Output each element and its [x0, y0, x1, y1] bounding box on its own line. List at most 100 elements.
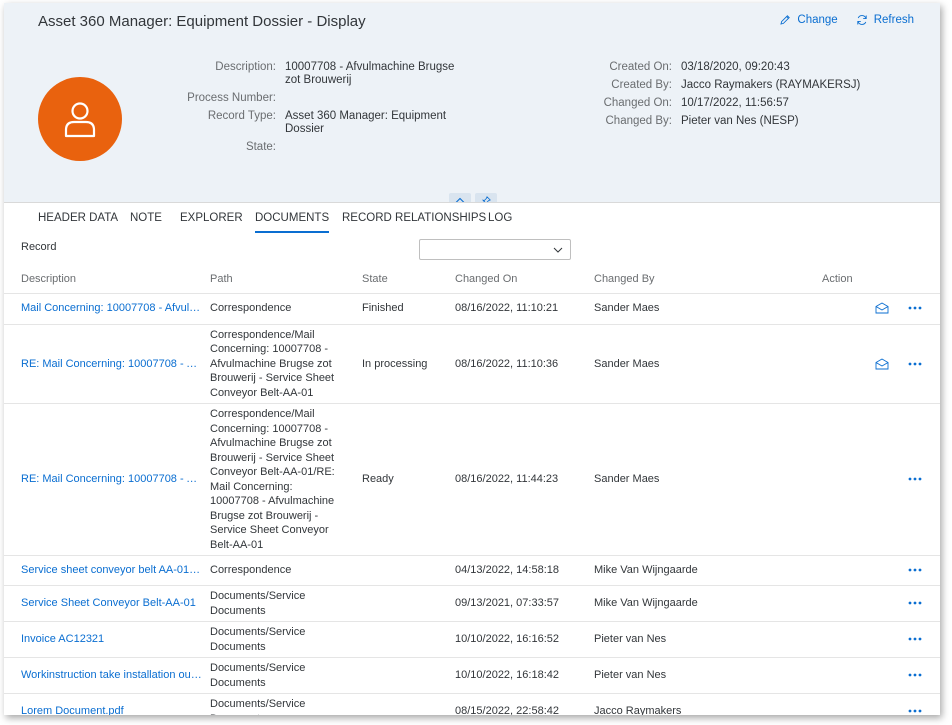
changed-on-cell: 10/10/2022, 16:18:42	[438, 657, 577, 694]
path-cell: Documents/Service Documents	[206, 657, 345, 694]
tab-note[interactable]: NOTE	[130, 203, 162, 234]
more-icon[interactable]	[908, 306, 922, 310]
column-header-changed-on[interactable]: Changed On	[438, 266, 577, 294]
record-select[interactable]	[419, 239, 571, 260]
table-header-row: Description Path State Changed On Change…	[4, 266, 940, 294]
person-icon	[64, 102, 96, 138]
document-link[interactable]: Lorem Document.pdf	[4, 693, 206, 715]
path-cell: Correspondence	[206, 293, 345, 325]
path-cell: Correspondence	[206, 555, 345, 586]
document-link[interactable]: Workinstruction take installation out of…	[4, 657, 206, 694]
more-icon[interactable]	[908, 477, 922, 481]
table-row[interactable]: Invoice AC12321 Documents/Service Docume…	[4, 621, 940, 658]
changed-by-cell: Jacco Raymakers	[577, 693, 805, 715]
state-cell: In processing	[345, 324, 438, 404]
more-icon[interactable]	[908, 673, 922, 677]
refresh-button[interactable]: Refresh	[856, 14, 914, 26]
tab-header-data[interactable]: HEADER DATA	[38, 203, 118, 234]
state-cell	[345, 555, 438, 586]
facet-label: State:	[245, 141, 276, 153]
facet-value: 10/17/2022, 11:56:57	[681, 97, 789, 109]
chevron-down-icon	[553, 247, 563, 253]
facet-value: Asset 360 Manager: Equipment Dossier	[285, 110, 447, 135]
state-cell	[345, 657, 438, 694]
action-cell	[805, 324, 940, 404]
open-mail-icon[interactable]	[875, 358, 889, 370]
facet-changed-by: Changed By: Pieter van Nes (NESP)	[564, 115, 864, 128]
changed-on-cell: 10/10/2022, 16:16:52	[438, 621, 577, 658]
table-row[interactable]: Mail Concerning: 10007708 - Afvulmachine…	[4, 293, 940, 325]
facet-label: Process Number:	[187, 92, 276, 104]
tab-documents[interactable]: DOCUMENTS	[255, 203, 330, 233]
column-header-changed-by[interactable]: Changed By	[577, 266, 805, 294]
facet-record-type: Record Type: Asset 360 Manager: Equipmen…	[154, 110, 474, 136]
action-cell	[805, 657, 940, 694]
header-facet-left: Description: 10007708 - Afvulmachine Bru…	[154, 61, 474, 159]
document-link[interactable]: Service Sheet Conveyor Belt-AA-01	[4, 585, 206, 622]
action-cell	[805, 555, 940, 586]
facet-description: Description: 10007708 - Afvulmachine Bru…	[154, 61, 474, 87]
table-row[interactable]: Lorem Document.pdf Documents/Service Doc…	[4, 693, 940, 715]
state-cell	[345, 693, 438, 715]
facet-created-on: Created On: 03/18/2020, 09:20:43	[564, 61, 864, 74]
document-link[interactable]: RE: Mail Concerning: 10007708 - Afvulmac…	[4, 403, 206, 556]
tab-explorer[interactable]: EXPLORER	[180, 203, 243, 234]
app-window: Asset 360 Manager: Equipment Dossier - D…	[4, 3, 940, 715]
changed-by-cell: Sander Maes	[577, 403, 805, 556]
more-icon[interactable]	[908, 709, 922, 713]
changed-on-cell: 08/15/2022, 22:58:42	[438, 693, 577, 715]
column-header-action: Action	[805, 266, 940, 294]
column-header-description[interactable]: Description	[4, 266, 206, 294]
table-row[interactable]: RE: Mail Concerning: 10007708 - Afvulmac…	[4, 324, 940, 404]
object-page-header: Asset 360 Manager: Equipment Dossier - D…	[4, 3, 940, 208]
facet-label: Created By:	[611, 79, 672, 91]
facet-value: Pieter van Nes (NESP)	[681, 115, 799, 127]
facet-label: Changed On:	[603, 97, 672, 109]
changed-on-cell: 08/16/2022, 11:10:36	[438, 324, 577, 404]
changed-by-cell: Mike Van Wijngaarde	[577, 585, 805, 622]
changed-by-cell: Pieter van Nes	[577, 621, 805, 658]
path-cell: Documents/Service Documents	[206, 693, 345, 715]
record-label: Record	[21, 241, 57, 253]
table-row[interactable]: Workinstruction take installation out of…	[4, 657, 940, 694]
column-header-path[interactable]: Path	[206, 266, 345, 294]
document-link[interactable]: Invoice AC12321	[4, 621, 206, 658]
table-row[interactable]: RE: Mail Concerning: 10007708 - Afvulmac…	[4, 403, 940, 556]
path-cell: Correspondence/Mail Concerning: 10007708…	[206, 403, 345, 556]
document-link[interactable]: Service sheet conveyor belt AA-01 v2.pdf	[4, 555, 206, 586]
more-icon[interactable]	[908, 637, 922, 641]
column-header-state[interactable]: State	[345, 266, 438, 294]
facet-value: Jacco Raymakers (RAYMAKERSJ)	[681, 79, 861, 91]
changed-on-cell: 09/13/2021, 07:33:57	[438, 585, 577, 622]
more-icon[interactable]	[908, 601, 922, 605]
path-cell: Documents/Service Documents	[206, 585, 345, 622]
changed-by-cell: Sander Maes	[577, 324, 805, 404]
open-mail-icon[interactable]	[875, 302, 889, 314]
state-cell: Ready	[345, 403, 438, 556]
changed-by-cell: Mike Van Wijngaarde	[577, 555, 805, 586]
header-facet-right: Created On: 03/18/2020, 09:20:43 Created…	[564, 61, 864, 133]
action-cell	[805, 403, 940, 556]
facet-label: Record Type:	[207, 110, 276, 122]
change-button[interactable]: Change	[779, 14, 838, 26]
document-link[interactable]: Mail Concerning: 10007708 - Afvulmachine…	[4, 293, 206, 325]
facet-value: 10007708 - Afvulmachine Brugse zot Brouw…	[285, 61, 455, 86]
action-cell	[805, 293, 940, 325]
table-row[interactable]: Service sheet conveyor belt AA-01 v2.pdf…	[4, 555, 940, 586]
more-icon[interactable]	[908, 568, 922, 572]
avatar	[38, 77, 122, 161]
action-cell	[805, 693, 940, 715]
facet-state: State:	[154, 141, 474, 154]
path-cell: Correspondence/Mail Concerning: 10007708…	[206, 324, 345, 404]
document-link[interactable]: RE: Mail Concerning: 10007708 - Afvulmac…	[4, 324, 206, 404]
changed-by-cell: Pieter van Nes	[577, 657, 805, 694]
action-cell	[805, 585, 940, 622]
tab-record-relationships[interactable]: RECORD RELATIONSHIPS	[342, 203, 486, 234]
facet-label: Changed By:	[605, 115, 673, 127]
pencil-icon	[780, 15, 791, 25]
table-row[interactable]: Service Sheet Conveyor Belt-AA-01 Docume…	[4, 585, 940, 622]
more-icon[interactable]	[908, 362, 922, 366]
path-cell: Documents/Service Documents	[206, 621, 345, 658]
tab-log[interactable]: LOG	[488, 203, 512, 234]
header-actions: Change Refresh	[779, 14, 914, 26]
